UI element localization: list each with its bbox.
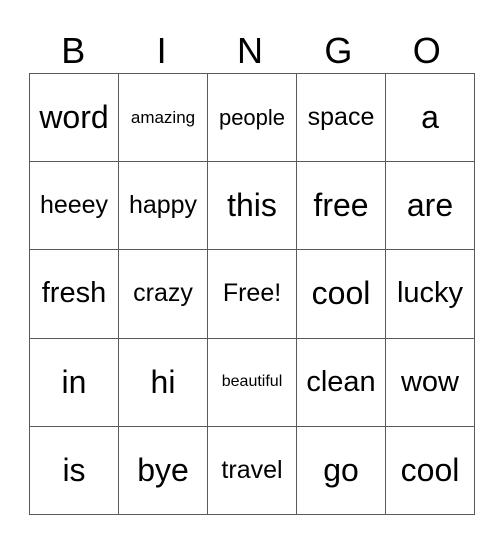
- bingo-cell[interactable]: people: [207, 72, 297, 163]
- header-letter-i: I: [156, 30, 167, 71]
- bingo-cell[interactable]: beautiful: [207, 337, 297, 427]
- bingo-header: B I N G O: [29, 30, 471, 72]
- grid-row: word amazing people space a: [29, 72, 475, 163]
- bingo-cell[interactable]: are: [385, 161, 475, 251]
- bingo-cell[interactable]: lucky: [385, 249, 475, 339]
- bingo-cell[interactable]: clean: [296, 337, 386, 427]
- bingo-cell[interactable]: amazing: [118, 72, 208, 163]
- bingo-cell[interactable]: bye: [118, 425, 208, 516]
- bingo-cell[interactable]: heeey: [29, 161, 119, 251]
- bingo-cell[interactable]: Free!: [207, 249, 297, 339]
- grid-row: in hi beautiful clean wow: [29, 337, 475, 427]
- bingo-cell[interactable]: in: [29, 337, 119, 427]
- bingo-cell[interactable]: cool: [296, 249, 386, 339]
- bingo-cell[interactable]: go: [296, 425, 386, 516]
- grid-row: is bye travel go cool: [29, 425, 475, 516]
- bingo-cell[interactable]: cool: [385, 425, 475, 516]
- bingo-cell[interactable]: a: [385, 72, 475, 163]
- bingo-cell[interactable]: free: [296, 161, 386, 251]
- bingo-cell[interactable]: this: [207, 161, 297, 251]
- header-letter-g: G: [324, 30, 353, 71]
- header-letter-n: N: [236, 30, 263, 71]
- bingo-cell[interactable]: is: [29, 425, 119, 516]
- header-letter-b: B: [61, 30, 86, 71]
- bingo-cell[interactable]: word: [29, 72, 119, 163]
- bingo-cell[interactable]: crazy: [118, 249, 208, 339]
- bingo-cell[interactable]: space: [296, 72, 386, 163]
- bingo-cell[interactable]: fresh: [29, 249, 119, 339]
- grid-row: fresh crazy Free! cool lucky: [29, 249, 475, 339]
- bingo-cell[interactable]: hi: [118, 337, 208, 427]
- header-letter-o: O: [412, 30, 441, 71]
- bingo-cell[interactable]: wow: [385, 337, 475, 427]
- bingo-card-grid: word amazing people space a heeey happy …: [29, 72, 475, 516]
- bingo-cell[interactable]: travel: [207, 425, 297, 516]
- grid-row: heeey happy this free are: [29, 161, 475, 251]
- bingo-cell[interactable]: happy: [118, 161, 208, 251]
